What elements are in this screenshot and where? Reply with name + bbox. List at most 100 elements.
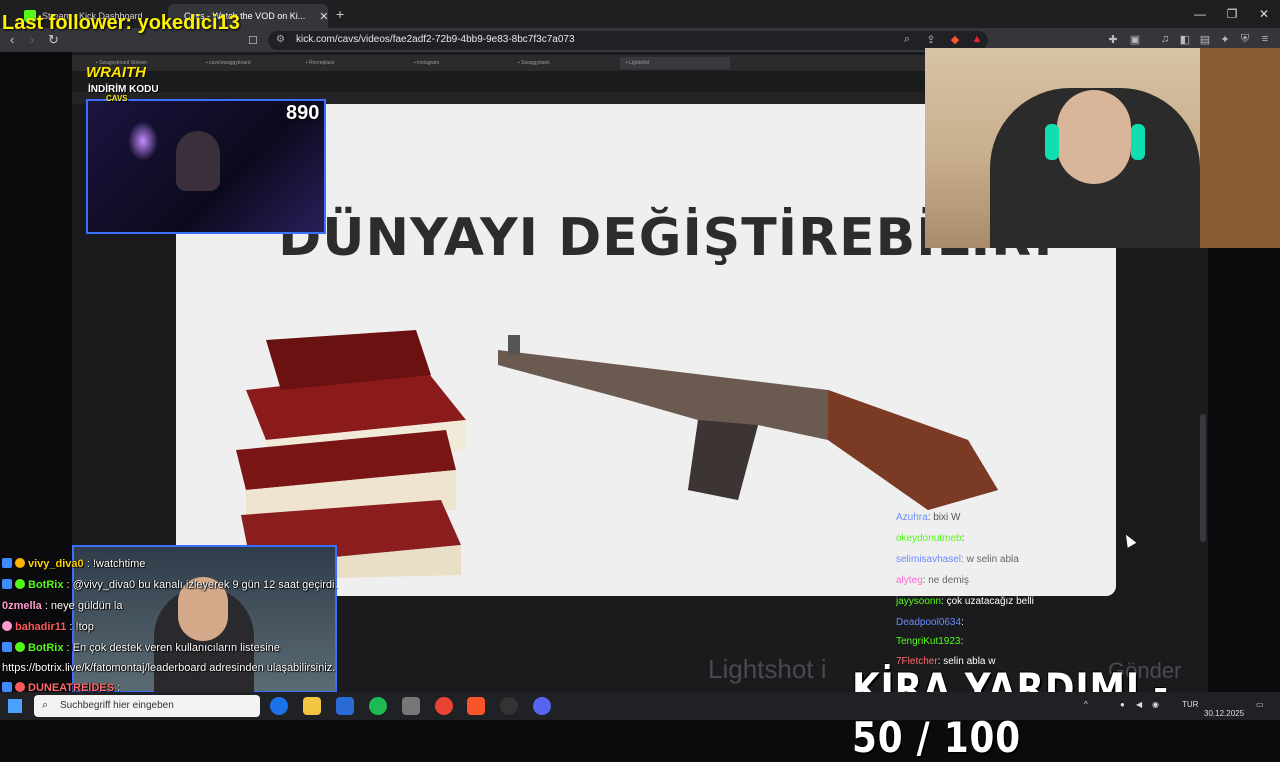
chat-msg: : çok uzatacağız belli	[941, 596, 1034, 607]
chat-user: alyteg	[896, 575, 923, 586]
chat-msg: : w selin abla	[961, 554, 1019, 565]
curtain	[1200, 48, 1280, 248]
zoom-icon[interactable]: ⌕	[900, 33, 914, 47]
bookmark-icon[interactable]: ☐	[248, 34, 258, 47]
badge-icon	[2, 621, 12, 631]
close-tab-icon[interactable]: ✕	[319, 10, 328, 23]
chat-user: Deadpool0634	[896, 617, 962, 628]
restore-icon[interactable]: ❐	[1216, 0, 1248, 28]
window-controls: — ❐ ✕	[1184, 0, 1280, 28]
chat-user: BotRix	[28, 579, 64, 591]
volume-icon[interactable]: ◀	[1136, 700, 1142, 709]
site-info-icon[interactable]: ⚙	[276, 34, 285, 45]
viewer-count: 890	[286, 102, 320, 124]
chat-user: BotRix	[28, 642, 64, 654]
chat-line: alyteg: ne demiş	[896, 575, 969, 586]
chat-user: TengriKut1923	[896, 636, 961, 647]
chat-line: BotRix : @vivy_diva0 bu kanalı izleyerek…	[2, 579, 338, 591]
badge-icon	[2, 579, 12, 589]
input-language[interactable]: TUR	[1182, 700, 1198, 709]
chat-line: 0zmella : neye güldün la	[2, 600, 122, 612]
calculator-icon[interactable]	[402, 697, 420, 715]
books-illustration	[236, 330, 466, 580]
lightshot-text: Lightshot i	[708, 654, 827, 684]
rifle-illustration	[498, 335, 998, 510]
mic-icon[interactable]: ●	[1120, 700, 1125, 709]
chat-msg: : @vivy_diva0 bu kanalı izleyerek 9 gün …	[66, 579, 338, 591]
chat-line: https://botrix.live/k/fatomontaj/leaderb…	[2, 662, 335, 674]
chat-msg: : !watchtime	[86, 558, 146, 570]
chat-line: selimisavhasel: w selin abla	[896, 554, 1019, 565]
windows-start-icon[interactable]	[8, 699, 22, 713]
chat-msg: :	[961, 617, 964, 628]
captured-tab: ▪ cavs/swaggyboard	[206, 60, 251, 66]
obs-icon[interactable]	[500, 697, 518, 715]
discord-icon[interactable]	[533, 697, 551, 715]
chat-line: okeydonutmeb:	[896, 533, 964, 544]
badge-icon	[15, 579, 25, 589]
tray-chevron-icon[interactable]: ^	[1084, 700, 1088, 709]
chat-user: 0zmella	[2, 600, 42, 612]
chat-msg: : En çok destek veren kullanıcıların lis…	[66, 642, 280, 654]
chat-user: jayysoonn	[896, 596, 942, 607]
notifications-icon[interactable]: ▭	[1256, 700, 1264, 709]
media-icon[interactable]: ♫	[1158, 33, 1172, 47]
captured-tab: ▪ instagram	[414, 60, 440, 66]
file-explorer-icon[interactable]	[303, 697, 321, 715]
chat-line: bahadir11 : !top	[2, 621, 94, 633]
brave-icon[interactable]	[467, 697, 485, 715]
headset-light	[1045, 124, 1059, 160]
brave-shield-icon[interactable]: ◆	[948, 33, 962, 47]
badge-icon	[2, 642, 12, 652]
spotify-icon[interactable]	[369, 697, 387, 715]
streamer-silhouette	[176, 131, 220, 191]
chat-msg: https://botrix.live/k/fatomontaj/leaderb…	[2, 662, 336, 674]
chat-msg: : bixi W	[927, 512, 961, 523]
vpn-icon[interactable]: ⛨	[1238, 33, 1252, 47]
chat-line: Azuhra: bixi W	[896, 512, 960, 523]
chat-msg: : !top	[69, 621, 94, 633]
chrome-icon[interactable]	[435, 697, 453, 715]
edge-icon[interactable]	[270, 697, 288, 715]
badge-icon	[15, 682, 25, 692]
chat-line: vivy_diva0 : !watchtime	[2, 558, 145, 570]
new-tab-button[interactable]: +	[336, 6, 344, 22]
badge-icon	[2, 558, 12, 568]
search-placeholder[interactable]: Suchbegriff hier eingeben	[60, 700, 174, 711]
store-icon[interactable]	[336, 697, 354, 715]
url-text[interactable]: kick.com/cavs/videos/fae2adf2-72b9-4bb9-…	[296, 34, 575, 45]
chat-line: BotRix : En çok destek veren kullanıcıla…	[2, 642, 280, 654]
badge-icon	[15, 558, 25, 568]
sidebar-icon[interactable]: ◧	[1178, 33, 1192, 47]
purple-light	[128, 121, 158, 161]
extensions-icon[interactable]: ✚	[1106, 33, 1120, 47]
menu-icon[interactable]: ≡	[1258, 33, 1272, 47]
chat-msg: : neye güldün la	[44, 600, 123, 612]
wallet-icon[interactable]: ▤	[1198, 33, 1212, 47]
scrollbar[interactable]	[1200, 414, 1206, 542]
taskbar-date[interactable]: 30.12.2025	[1204, 709, 1244, 718]
lightshot-banner: Lightshot i	[708, 654, 827, 685]
chat-user: okeydonutmeb	[896, 533, 962, 544]
share-icon[interactable]: ⇪	[924, 33, 938, 47]
close-window-icon[interactable]: ✕	[1248, 0, 1280, 28]
chat-msg: :	[961, 533, 965, 544]
headset-light	[1131, 124, 1145, 160]
screenshot-icon[interactable]: ▣	[1128, 33, 1142, 47]
chat-msg: :	[960, 636, 964, 647]
stream-chat-overlay-right: Azuhra: bixi W okeydonutmeb: selimisavha…	[896, 512, 1136, 672]
leo-icon[interactable]: ✦	[1218, 33, 1232, 47]
minimize-icon[interactable]: —	[1184, 0, 1216, 28]
chat-line: TengriKut1923:	[896, 636, 963, 647]
brave-rewards-icon[interactable]: ▲	[970, 33, 984, 47]
webcam-main	[925, 48, 1280, 248]
chat-user: vivy_diva0	[28, 558, 84, 570]
chat-user: selimisavhasel	[896, 554, 962, 565]
network-icon[interactable]: ◉	[1152, 700, 1159, 709]
badge-icon	[15, 642, 25, 652]
search-icon: ⌕	[42, 699, 49, 711]
captured-tab: ▪ Recreplace	[306, 60, 335, 66]
chat-user: Azuhra	[896, 512, 928, 523]
chat-user: bahadir11	[15, 621, 67, 633]
promo-code: CAVS	[106, 94, 128, 103]
